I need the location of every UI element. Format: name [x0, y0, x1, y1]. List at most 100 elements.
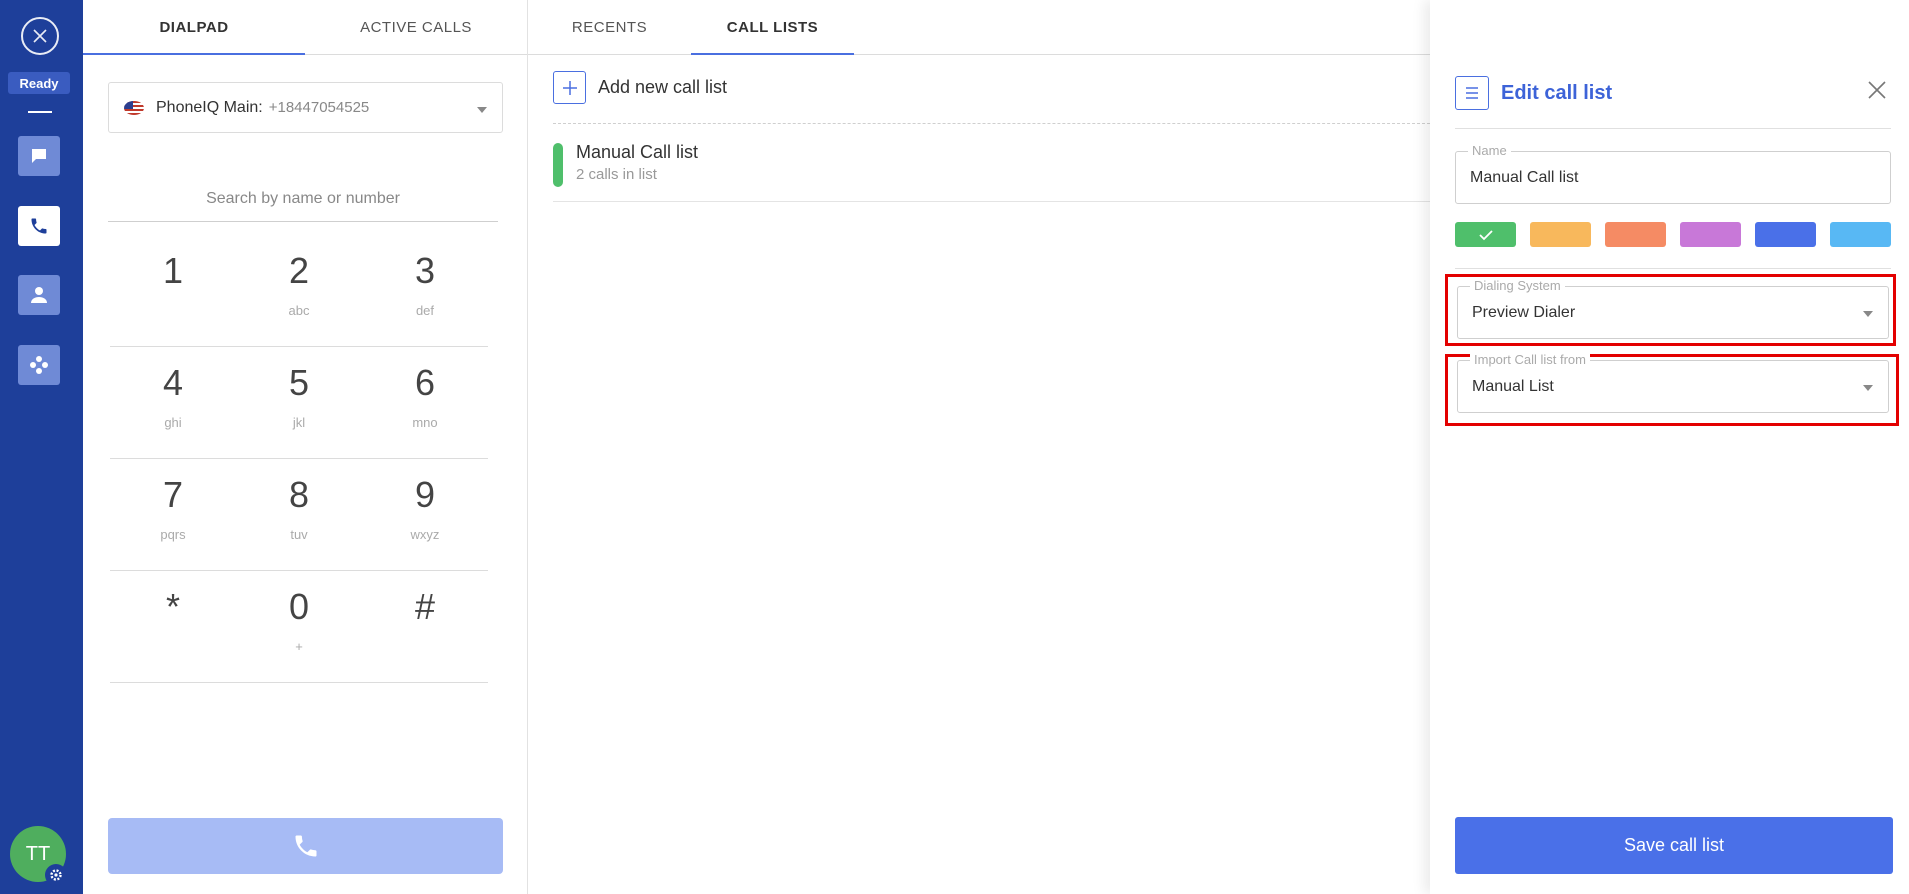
search-input[interactable]: Search by name or number: [108, 176, 498, 222]
panel-title: Edit call list: [1501, 81, 1613, 104]
chevron-down-icon: [1863, 311, 1873, 317]
check-icon: [1478, 229, 1493, 240]
key-digit: 8: [288, 474, 310, 515]
rail-divider: [28, 111, 52, 113]
dialing-system-label: Dialing System: [1470, 278, 1565, 293]
person-icon: [31, 287, 47, 303]
keypad-row: 7 pqrs 8 tuv 9 wxyz: [110, 459, 488, 571]
key-7[interactable]: 7 pqrs: [110, 459, 236, 570]
add-call-list-label: Add new call list: [598, 77, 728, 97]
key-5[interactable]: 5 jkl: [236, 347, 362, 458]
list-tabs: RECENTS CALL LISTS: [528, 0, 1430, 55]
key-letters: wxyz: [410, 527, 440, 542]
call-button[interactable]: [108, 818, 503, 874]
settings-button[interactable]: [45, 864, 67, 886]
nav-messages[interactable]: [18, 136, 60, 176]
key-letters: abc: [288, 303, 310, 318]
key-letters: jkl: [292, 415, 306, 430]
add-call-list-button[interactable]: Add new call list: [553, 71, 727, 104]
key-3[interactable]: 3 def: [362, 235, 488, 346]
key-letters: +: [295, 639, 303, 654]
dots-cluster-icon: [30, 356, 48, 374]
dialpad-panel: DIALPAD ACTIVE CALLS PhoneIQ Main: +1844…: [83, 0, 528, 894]
key-digit: 2: [288, 250, 310, 291]
color-swatch-lightblue[interactable]: [1830, 222, 1891, 247]
us-flag-icon: [124, 100, 144, 115]
panel-header: Edit call list: [1455, 76, 1612, 110]
tab-active-calls[interactable]: ACTIVE CALLS: [305, 0, 527, 54]
key-star[interactable]: *: [110, 571, 236, 682]
key-digit: 9: [414, 474, 436, 515]
chat-icon: [32, 149, 46, 163]
key-2[interactable]: 2 abc: [236, 235, 362, 346]
phone-icon: [31, 218, 47, 234]
call-lists-panel: RECENTS CALL LISTS Add new call list Man…: [528, 0, 1430, 894]
import-source-value: Manual List: [1472, 378, 1554, 395]
name-field[interactable]: Name Manual Call list: [1455, 143, 1891, 204]
phone-line-number: +18447054525: [268, 99, 370, 116]
phone-line-name: PhoneIQ Main:: [156, 98, 263, 116]
key-letters: def: [415, 303, 435, 318]
dialing-system-value: Preview Dialer: [1472, 304, 1576, 321]
chevron-down-icon: [477, 107, 487, 113]
name-field-label: Name: [1468, 143, 1511, 158]
key-digit: *: [165, 586, 180, 627]
key-letters: tuv: [290, 527, 308, 542]
key-digit: 0: [288, 586, 310, 627]
key-8[interactable]: 8 tuv: [236, 459, 362, 570]
list-item-count: 2 calls in list: [576, 166, 657, 183]
close-icon: [33, 29, 47, 43]
close-panel-button[interactable]: [1867, 80, 1887, 105]
nav-contacts[interactable]: [18, 275, 60, 315]
chevron-down-icon: [1863, 385, 1873, 391]
plus-icon: [553, 71, 586, 104]
save-call-list-button[interactable]: Save call list: [1455, 817, 1893, 874]
import-source-label: Import Call list from: [1470, 352, 1590, 367]
list-color-indicator: [553, 143, 563, 187]
tab-call-lists[interactable]: CALL LISTS: [691, 0, 854, 55]
divider: [1455, 128, 1891, 129]
dialing-system-select[interactable]: Dialing System Preview Dialer: [1457, 278, 1889, 339]
nav-phone[interactable]: [18, 206, 60, 246]
close-icon: [1868, 81, 1886, 99]
color-swatch-coral[interactable]: [1605, 222, 1666, 247]
key-letters: mno: [412, 415, 438, 430]
nav-integrations[interactable]: [18, 345, 60, 385]
close-button[interactable]: [21, 17, 59, 55]
key-digit: 3: [414, 250, 436, 291]
key-6[interactable]: 6 mno: [362, 347, 488, 458]
key-letters: ghi: [164, 415, 182, 430]
key-letters: pqrs: [160, 527, 186, 542]
keypad: 1 2 abc 3 def 4 ghi 5 jkl 6 mno 7 pqrs 8 tuv 9 w…: [110, 235, 488, 683]
color-swatches: [1455, 222, 1891, 247]
color-swatch-blue[interactable]: [1755, 222, 1816, 247]
nav-rail: Ready TT: [0, 0, 83, 894]
key-9[interactable]: 9 wxyz: [362, 459, 488, 570]
phone-line-select[interactable]: PhoneIQ Main: +18447054525: [108, 82, 503, 133]
gear-icon: [50, 869, 62, 881]
key-digit: 7: [162, 474, 184, 515]
list-item-name: Manual Call list: [576, 142, 699, 162]
status-badge[interactable]: Ready: [8, 72, 70, 94]
color-swatch-purple[interactable]: [1680, 222, 1741, 247]
import-source-select[interactable]: Import Call list from Manual List: [1457, 352, 1889, 413]
keypad-row: 4 ghi 5 jkl 6 mno: [110, 347, 488, 459]
key-0[interactable]: 0 +: [236, 571, 362, 682]
key-digit: 1: [162, 250, 184, 291]
list-item[interactable]: Manual Call list 2 calls in list: [553, 140, 1430, 202]
list-icon: [1455, 76, 1489, 110]
tab-recents[interactable]: RECENTS: [528, 0, 691, 54]
color-swatch-green[interactable]: [1455, 222, 1516, 247]
key-digit: 5: [288, 362, 310, 403]
key-1[interactable]: 1: [110, 235, 236, 346]
color-swatch-orange[interactable]: [1530, 222, 1591, 247]
key-hash[interactable]: #: [362, 571, 488, 682]
key-4[interactable]: 4 ghi: [110, 347, 236, 458]
key-digit: 4: [162, 362, 184, 403]
keypad-row: * 0 + #: [110, 571, 488, 683]
key-digit: #: [414, 586, 436, 627]
edit-call-list-panel: Edit call list Name Manual Call list Dia…: [1430, 0, 1909, 894]
phone-icon: [295, 835, 316, 857]
key-digit: 6: [414, 362, 436, 403]
tab-dialpad[interactable]: DIALPAD: [83, 0, 305, 55]
